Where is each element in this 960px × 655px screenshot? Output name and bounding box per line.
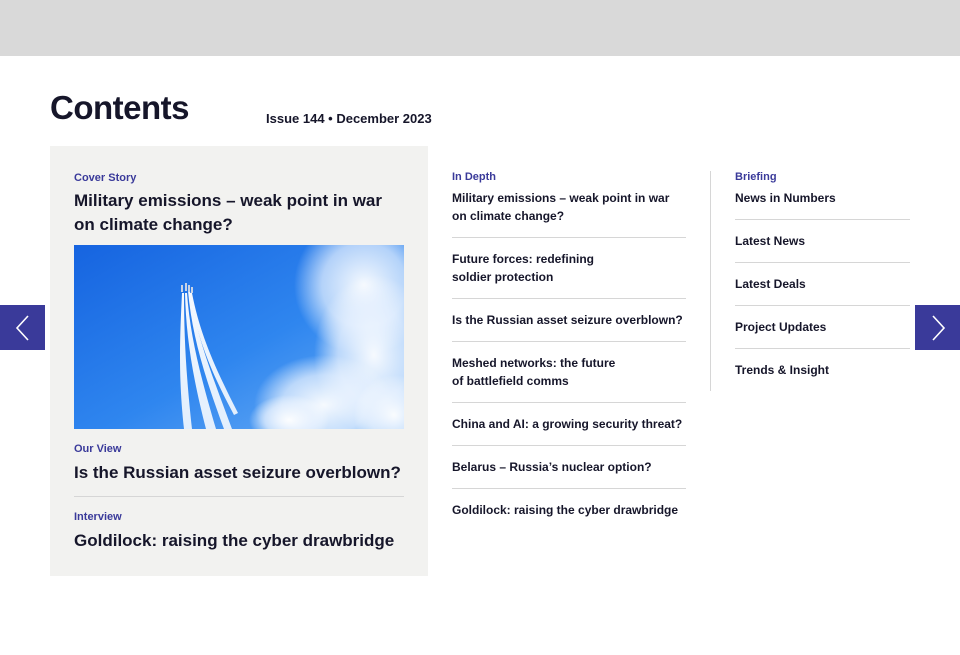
in-depth-item[interactable]: Goldilock: raising the cyber drawbridge	[452, 501, 686, 519]
item-divider	[452, 445, 686, 446]
item-line: Future forces: redefining	[452, 252, 595, 266]
item-line: Is the Russian asset seizure overblown?	[452, 313, 683, 327]
cover-story-kicker: Cover Story	[74, 172, 137, 184]
previous-page-button[interactable]	[0, 305, 45, 350]
issue-info: Issue 144 • December 2023	[266, 111, 432, 126]
item-line: Military emissions – weak point in war	[452, 191, 670, 205]
feature-panel: Cover Story Military emissions – weak po…	[50, 146, 428, 576]
page-title: Contents	[50, 89, 190, 126]
jets-contrails-image	[74, 245, 404, 429]
in-depth-item[interactable]: Future forces: redefining soldier protec…	[452, 250, 686, 286]
item-divider	[452, 237, 686, 238]
interview-kicker: Interview	[74, 511, 122, 523]
item-divider	[735, 305, 910, 306]
briefing-item-trends-insight[interactable]: Trends & Insight	[735, 361, 910, 379]
in-depth-item[interactable]: Is the Russian asset seizure overblown?	[452, 311, 686, 329]
next-page-button[interactable]	[915, 305, 960, 350]
briefing-item-news-in-numbers[interactable]: News in Numbers	[735, 189, 910, 207]
briefing-item-latest-deals[interactable]: Latest Deals	[735, 275, 910, 293]
cover-story-title[interactable]: Military emissions – weak point in war o…	[74, 189, 404, 237]
item-line: of battlefield comms	[452, 374, 569, 388]
item-line: on climate change?	[452, 209, 565, 223]
in-depth-kicker: In Depth	[452, 171, 496, 183]
item-divider	[735, 219, 910, 220]
item-line: China and AI: a growing security threat?	[452, 417, 683, 431]
item-line: soldier protection	[452, 270, 554, 284]
column-divider	[710, 171, 711, 391]
cover-story-image[interactable]	[74, 245, 404, 429]
item-divider	[452, 341, 686, 342]
briefing-kicker: Briefing	[735, 171, 777, 183]
in-depth-item[interactable]: Belarus – Russia’s nuclear option?	[452, 458, 686, 476]
our-view-title[interactable]: Is the Russian asset seizure overblown?	[74, 461, 404, 485]
in-depth-item[interactable]: Military emissions – weak point in war o…	[452, 189, 686, 225]
chevron-left-icon	[15, 314, 29, 341]
item-line: Belarus – Russia’s nuclear option?	[452, 460, 652, 474]
feature-divider	[74, 496, 404, 497]
chevron-right-icon	[931, 314, 945, 341]
item-divider	[735, 348, 910, 349]
item-divider	[452, 298, 686, 299]
item-divider	[452, 402, 686, 403]
in-depth-item[interactable]: Meshed networks: the future of battlefie…	[452, 354, 686, 390]
briefing-item-latest-news[interactable]: Latest News	[735, 232, 910, 250]
our-view-kicker: Our View	[74, 443, 122, 455]
top-banner	[0, 0, 960, 56]
in-depth-item[interactable]: China and AI: a growing security threat?	[452, 415, 686, 433]
item-line: Goldilock: raising the cyber drawbridge	[452, 503, 679, 517]
briefing-item-project-updates[interactable]: Project Updates	[735, 318, 910, 336]
item-divider	[735, 262, 910, 263]
item-line: Meshed networks: the future	[452, 356, 616, 370]
interview-title[interactable]: Goldilock: raising the cyber drawbridge	[74, 529, 404, 553]
item-divider	[452, 488, 686, 489]
